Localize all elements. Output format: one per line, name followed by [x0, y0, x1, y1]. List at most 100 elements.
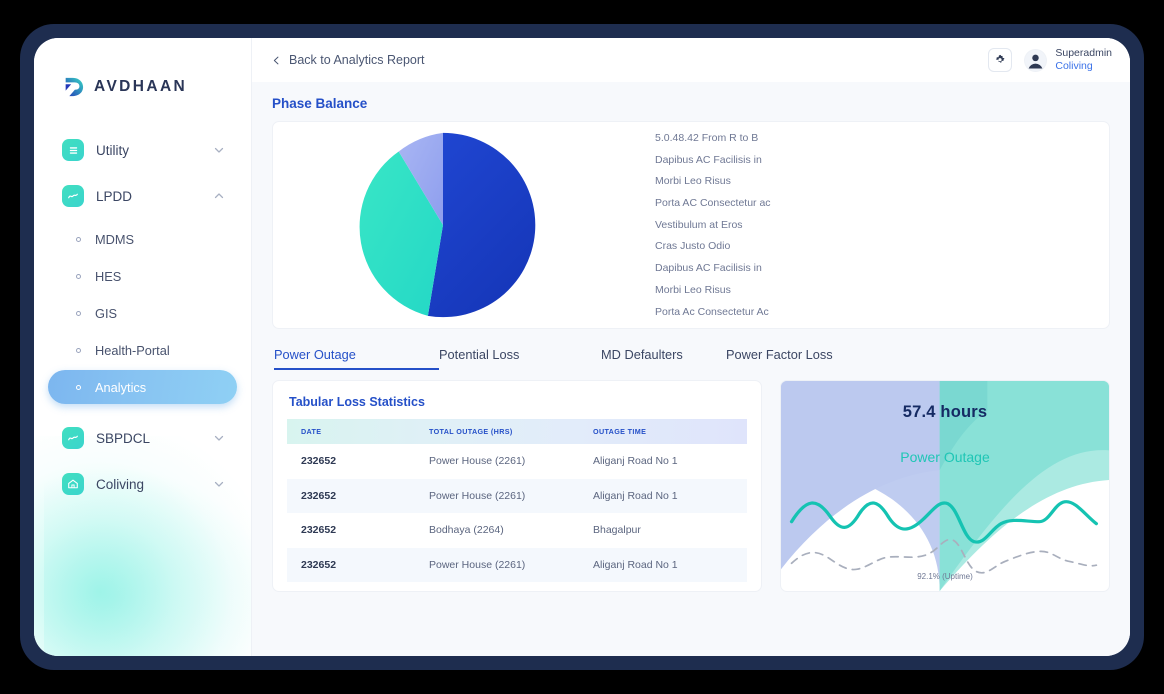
- power-outage-visual-card: 57.4 hours Power Outage 92.1% (Uptime): [780, 380, 1110, 592]
- avdhaan-logo-icon: [65, 77, 84, 97]
- page-title: Phase Balance: [272, 96, 368, 111]
- cell-outage-time: Aliganj Road No 1: [593, 455, 678, 468]
- sidebar-subitem-analytics[interactable]: Analytics: [48, 370, 237, 404]
- chevron-up-icon[interactable]: [213, 190, 225, 202]
- table-row[interactable]: 232652 Bodhaya (2264) Bhagalpur: [287, 513, 747, 548]
- table-row[interactable]: 232652 Power House (2261) Aliganj Road N…: [287, 478, 747, 513]
- list-icon: [62, 139, 84, 161]
- wave-chart-icon: [62, 427, 84, 449]
- sidebar-item-label: LPDD: [96, 188, 133, 204]
- cell-outage-time: Aliganj Road No 1: [593, 558, 678, 571]
- user-menu[interactable]: Superadmin Coliving: [1024, 47, 1112, 73]
- pie-chart-svg: [359, 132, 536, 318]
- list-item: Vestibulum at Eros: [655, 218, 743, 231]
- user-org: Coliving: [1055, 60, 1093, 72]
- back-link-label: Back to Analytics Report: [289, 53, 425, 67]
- bullet-icon: [76, 384, 81, 390]
- sidebar-item-label: Coliving: [96, 476, 145, 492]
- gear-icon: [996, 54, 1005, 63]
- bullet-icon: [76, 310, 81, 316]
- wave-chart-icon: [62, 185, 84, 207]
- table-title: Tabular Loss Statistics: [289, 395, 425, 409]
- chevron-down-icon[interactable]: [213, 478, 225, 490]
- cell-date: 232652: [301, 455, 337, 468]
- sidebar-item-utility[interactable]: Utility: [48, 130, 237, 170]
- table-body: 232652 Power House (2261) Aliganj Road N…: [287, 444, 747, 582]
- topbar-actions: Superadmin Coliving: [988, 47, 1112, 73]
- tabular-loss-statistics-card: Tabular Loss Statistics DATE TOTAL OUTAG…: [272, 380, 762, 592]
- cell-total-outage: Bodhaya (2264): [429, 524, 504, 537]
- analytics-tabs: Power Outage Potential Loss MD Defaulter…: [272, 347, 1110, 370]
- topbar: Back to Analytics Report Superadmin Coli…: [252, 38, 1130, 82]
- list-item: Porta AC Consectetur ac: [655, 197, 771, 210]
- list-item: Porta Ac Consectetur Ac: [655, 305, 769, 318]
- tab-power-outage[interactable]: Power Outage: [274, 347, 439, 370]
- table-row[interactable]: 232652 Power House (2261) Aliganj Road N…: [287, 547, 747, 582]
- sidebar-item-label: SBPDCL: [96, 430, 151, 446]
- back-to-analytics-report-link[interactable]: Back to Analytics Report: [272, 53, 424, 67]
- cell-date: 232652: [301, 524, 337, 537]
- bottom-row: Tabular Loss Statistics DATE TOTAL OUTAG…: [272, 380, 1110, 592]
- phase-balance-card: 5.0.48.42 From R to B Dapibus AC Facilis…: [272, 121, 1110, 329]
- table-head: DATE TOTAL OUTAGE (HRS) OUTAGE TIME: [287, 419, 747, 444]
- cell-total-outage: Power House (2261): [429, 558, 526, 571]
- tab-label: Power Factor Loss: [726, 347, 833, 362]
- cell-date: 232652: [301, 489, 337, 502]
- app-window: AVDHAAN Utility LPDD MDMS HES GIS Health…: [34, 38, 1130, 656]
- tab-potential-loss[interactable]: Potential Loss: [439, 347, 601, 370]
- sidebar-subitem-health-portal[interactable]: Health-Portal: [48, 333, 237, 367]
- main-area: Back to Analytics Report Superadmin Coli…: [252, 38, 1130, 656]
- chevron-down-icon[interactable]: [213, 144, 225, 156]
- uptime-label: 92.1% (Uptime): [917, 572, 973, 581]
- list-item: 5.0.48.42 From R to B: [655, 132, 759, 144]
- column-header-date: DATE: [301, 427, 322, 436]
- settings-button[interactable]: [988, 48, 1013, 72]
- chevron-left-icon: [273, 56, 279, 64]
- sidebar-subitem-label: MDMS: [95, 231, 135, 247]
- tab-label: Potential Loss: [439, 347, 520, 362]
- sidebar-subitem-label: Health-Portal: [95, 342, 170, 358]
- column-header-outage-time: OUTAGE TIME: [593, 427, 647, 436]
- sidebar-item-coliving[interactable]: Coliving: [48, 464, 237, 504]
- sidebar-item-sbpdcl[interactable]: SBPDCL: [48, 418, 237, 458]
- cell-total-outage: Power House (2261): [429, 489, 526, 502]
- loss-statistics-table: DATE TOTAL OUTAGE (HRS) OUTAGE TIME 2326…: [287, 419, 747, 582]
- list-item: Dapibus AC Facilisis in: [655, 262, 762, 275]
- bullet-icon: [76, 347, 81, 353]
- outage-label: Power Outage: [900, 449, 990, 465]
- sidebar-subitem-mdms[interactable]: MDMS: [48, 222, 237, 256]
- tab-power-factor-loss[interactable]: Power Factor Loss: [726, 347, 833, 370]
- cell-date: 232652: [301, 558, 337, 571]
- list-item: Cras Justo Odio: [655, 240, 731, 253]
- bullet-icon: [76, 273, 81, 279]
- user-avatar-icon: [1024, 48, 1048, 72]
- phase-balance-pie-chart: [293, 127, 593, 323]
- cell-total-outage: Power House (2261): [429, 455, 526, 468]
- table-header-row: DATE TOTAL OUTAGE (HRS) OUTAGE TIME: [287, 419, 747, 444]
- chevron-down-icon[interactable]: [213, 432, 225, 444]
- sidebar-nav: Utility LPDD MDMS HES GIS Health-Portal …: [34, 110, 251, 504]
- table-row[interactable]: 232652 Power House (2261) Aliganj Road N…: [287, 444, 747, 479]
- sidebar-subitem-hes[interactable]: HES: [48, 259, 237, 293]
- sidebar-item-lpdd[interactable]: LPDD: [48, 176, 237, 216]
- tab-label: MD Defaulters: [601, 347, 683, 362]
- tab-md-defaulters[interactable]: MD Defaulters: [601, 347, 726, 370]
- brand-name: AVDHAAN: [94, 78, 188, 95]
- device-frame: AVDHAAN Utility LPDD MDMS HES GIS Health…: [20, 24, 1144, 670]
- house-icon: [62, 473, 84, 495]
- list-item: Morbi Leo Risus: [655, 283, 731, 296]
- sidebar: AVDHAAN Utility LPDD MDMS HES GIS Health…: [34, 38, 252, 656]
- list-item: Dapibus AC Facilisis in: [655, 153, 762, 166]
- user-name: Superadmin: [1055, 46, 1112, 59]
- cell-outage-time: Aliganj Road No 1: [593, 489, 678, 502]
- tab-label: Power Outage: [274, 347, 356, 362]
- sidebar-subitem-label: Analytics: [95, 379, 147, 395]
- cell-outage-time: Bhagalpur: [593, 524, 641, 537]
- bullet-icon: [76, 236, 81, 242]
- outage-hours-value: 57.4 hours: [902, 403, 988, 421]
- phase-balance-list: 5.0.48.42 From R to B Dapibus AC Facilis…: [593, 127, 1089, 322]
- brand-logo[interactable]: AVDHAAN: [34, 38, 251, 110]
- content-area: Phase Balance 5.0.48.42 From R to B Dapi…: [252, 82, 1130, 656]
- sidebar-subitem-gis[interactable]: GIS: [48, 296, 237, 330]
- sidebar-item-label: Utility: [96, 142, 129, 158]
